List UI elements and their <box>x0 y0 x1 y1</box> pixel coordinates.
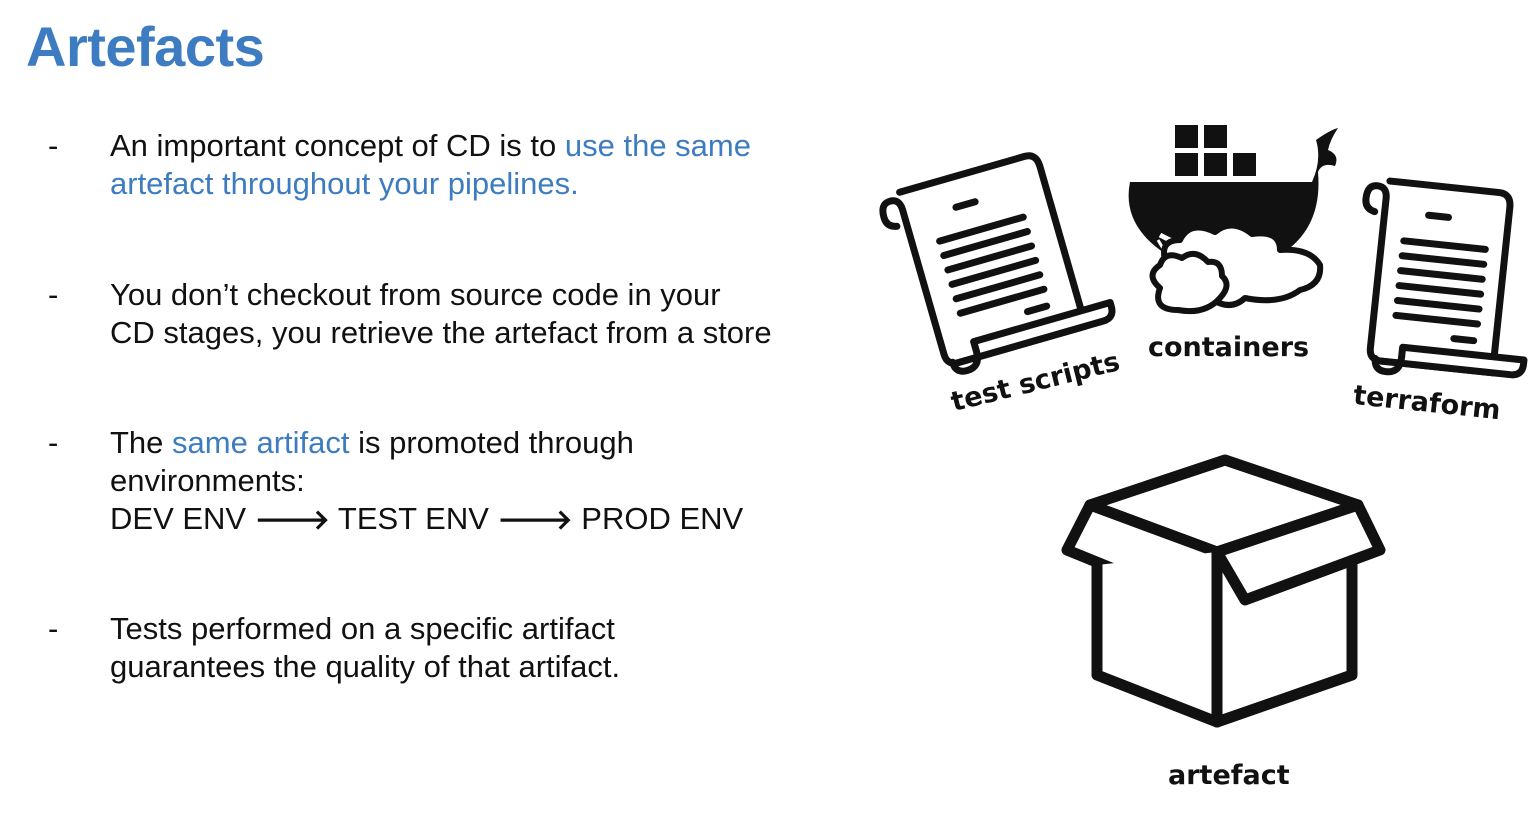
artefact-illustration: test scripts containers terraform artefa… <box>860 100 1532 818</box>
env-dev: DEV ENV <box>110 501 247 536</box>
bullet-text-plain: is promoted through <box>349 425 634 460</box>
bullet-line: You don’t checkout from source code in y… <box>110 277 721 312</box>
bullet-text-highlight: artefact throughout your pipelines. <box>110 166 579 201</box>
bullet-dash: - <box>48 611 59 646</box>
terraform-scroll-icon <box>1362 177 1528 379</box>
containers-label: containers <box>1148 332 1310 363</box>
bullet-dash: - <box>48 128 59 163</box>
bullet-text-highlight: use the same <box>564 128 751 163</box>
open-box-icon <box>1061 454 1386 728</box>
env-test: TEST ENV <box>337 501 489 536</box>
illustration-canvas <box>879 125 1528 728</box>
artefact-label: artefact <box>1168 760 1290 791</box>
bullet-text-plain: The <box>110 425 173 460</box>
docker-whale-icon <box>1128 125 1338 315</box>
bullet-text-highlight: same artifact <box>172 425 350 460</box>
bullet-text: You don’t checkout from source code in y… <box>110 276 850 352</box>
bullet-line: The same artifact is promoted through <box>110 424 850 462</box>
bullet-line: environments: <box>110 463 305 498</box>
bullet-text: The same artifact is promoted through en… <box>110 424 850 539</box>
bullet-text-plain: An important concept of CD is to <box>110 128 565 163</box>
bullet-dash: - <box>48 277 59 312</box>
test-scripts-scroll-icon <box>879 152 1116 375</box>
bullet-line: guarantees the quality of that artifact. <box>110 649 621 684</box>
bullet-text: Tests performed on a specific artifact g… <box>110 610 850 686</box>
bullet-line: Tests performed on a specific artifact <box>110 611 615 646</box>
arrow-right-icon: 🡒 <box>497 503 573 536</box>
bullet-dash: - <box>48 425 59 460</box>
bullet-line: An important concept of CD is to use the… <box>110 127 850 165</box>
env-prod: PROD ENV <box>581 501 744 536</box>
bullet-list: - An important concept of CD is to use t… <box>0 0 860 818</box>
bullet-text: An important concept of CD is to use the… <box>110 127 850 203</box>
bullet-line: CD stages, you retrieve the artefact fro… <box>110 315 772 350</box>
environment-flow: DEV ENV 🡒 TEST ENV 🡒 PROD ENV <box>110 500 850 539</box>
arrow-right-icon: 🡒 <box>254 503 330 536</box>
